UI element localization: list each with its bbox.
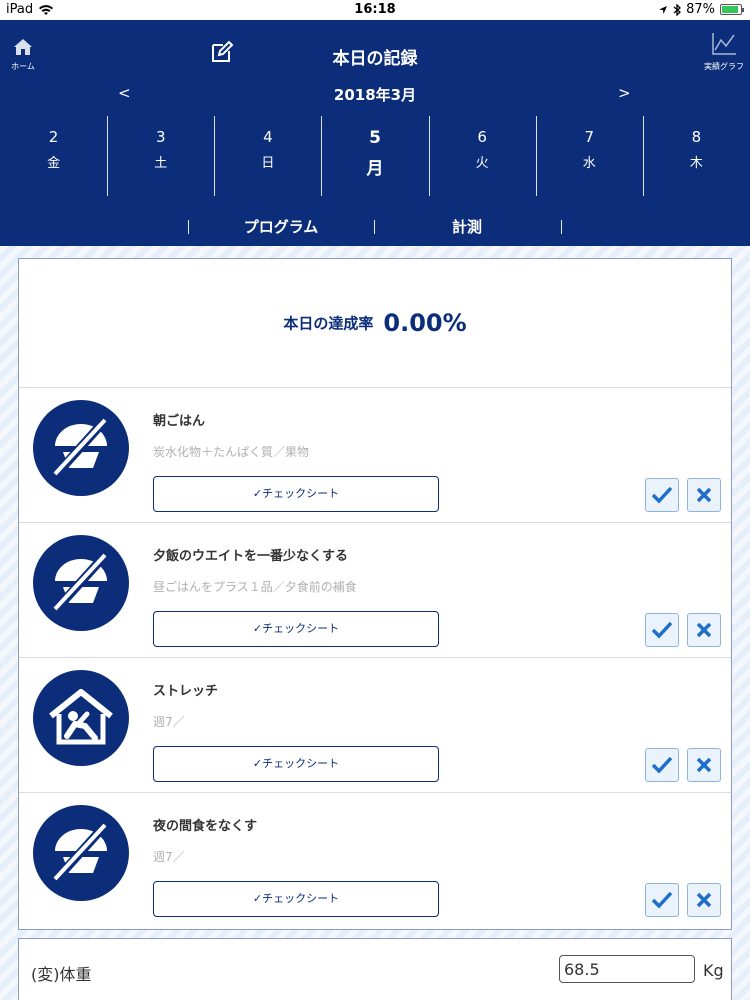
month-label: 2018年3月 (333, 86, 417, 104)
day-selector: 2 金 3 土 4 日 5 月 6 火 7 水 8 木 (0, 116, 750, 196)
program-card: 本日の達成率 0.00% 朝ごはん 炭水化物＋たんぱく質／果物 ✓チェックシート (18, 258, 732, 930)
item-title: ストレッチ (153, 684, 219, 699)
battery-percent: 87% (686, 2, 715, 17)
page-title: 本日の記録 (332, 49, 418, 69)
achievement-label: 本日の達成率 (283, 314, 374, 333)
tab-divider (561, 220, 562, 234)
header: ホーム 本日の記録 実績グラフ < 2018年3月 > 2 金 3 土 4 日 … (0, 20, 750, 246)
checkmark-icon (651, 621, 673, 639)
line-chart-icon (712, 33, 736, 55)
day-5-selected[interactable]: 5 月 (321, 116, 428, 196)
next-month-button[interactable]: > (618, 84, 631, 102)
location-icon (659, 5, 668, 14)
no-food-icon (33, 400, 129, 496)
item-title: 夕飯のウエイトを一番少なくする (153, 549, 349, 564)
item-description: 炭水化物＋たんぱく質／果物 (153, 445, 310, 459)
program-item: ストレッチ 週7／ ✓チェックシート (19, 657, 731, 792)
status-bar: iPad 16:18 87% (0, 0, 750, 20)
day-number: 4 (263, 128, 273, 146)
status-time: 16:18 (354, 2, 396, 17)
done-button[interactable] (645, 883, 679, 917)
tab-measurement[interactable]: 計測 (374, 216, 560, 237)
weight-unit: Kg (703, 961, 724, 980)
check-sheet-button[interactable]: ✓チェックシート (153, 611, 439, 647)
item-description: 昼ごはんをプラス１品／夕食前の補食 (153, 580, 357, 594)
day-number: 8 (691, 128, 702, 146)
item-description: 週7／ (153, 850, 185, 864)
day-weekday: 土 (154, 156, 168, 171)
battery-icon (720, 4, 744, 15)
graph-button[interactable]: 実績グラフ (702, 32, 746, 72)
checkmark-icon (651, 486, 673, 504)
day-weekday: 水 (582, 156, 596, 171)
day-weekday: 火 (475, 156, 489, 171)
day-number: 3 (155, 128, 166, 146)
checkmark-icon (651, 756, 673, 774)
day-2[interactable]: 2 金 (0, 116, 107, 196)
day-4[interactable]: 4 日 (214, 116, 321, 196)
not-done-button[interactable] (687, 883, 721, 917)
x-icon (696, 757, 712, 773)
day-weekday: 木 (689, 156, 703, 171)
no-food-icon (33, 535, 129, 631)
tab-bar: プログラム 計測 (0, 216, 750, 240)
program-item: 夕飯のウエイトを一番少なくする 昼ごはんをプラス１品／夕食前の補食 ✓チェックシ… (19, 522, 731, 657)
checkmark-icon (651, 891, 673, 909)
check-sheet-button[interactable]: ✓チェックシート (153, 746, 439, 782)
not-done-button[interactable] (687, 478, 721, 512)
day-number: 7 (584, 128, 595, 146)
done-button[interactable] (645, 748, 679, 782)
done-button[interactable] (645, 478, 679, 512)
item-title: 夜の間食をなくす (153, 819, 258, 834)
home-stretch-icon (33, 670, 129, 766)
not-done-button[interactable] (687, 613, 721, 647)
item-description: 週7／ (153, 715, 185, 729)
graph-label: 実績グラフ (704, 62, 744, 71)
tab-program[interactable]: プログラム (188, 216, 374, 237)
day-7[interactable]: 7 水 (535, 116, 643, 196)
day-weekday: 日 (261, 156, 275, 171)
day-number: 5 (369, 128, 381, 148)
day-number: 6 (477, 128, 487, 146)
weight-label: (変)体重 (31, 965, 92, 984)
item-title: 朝ごはん (153, 414, 206, 429)
day-number: 2 (48, 128, 59, 146)
x-icon (696, 487, 712, 503)
day-6[interactable]: 6 火 (428, 116, 536, 196)
program-item: 夜の間食をなくす 週7／ ✓チェックシート (19, 792, 731, 927)
achievement-value: 0.00% (383, 309, 467, 337)
weight-input[interactable] (559, 955, 695, 983)
x-icon (696, 622, 712, 638)
achievement-rate: 本日の達成率 0.00% (19, 259, 731, 387)
done-button[interactable] (645, 613, 679, 647)
day-weekday: 金 (47, 156, 61, 171)
month-navigator: < 2018年3月 > (0, 84, 750, 106)
check-sheet-button[interactable]: ✓チェックシート (153, 881, 439, 917)
bluetooth-icon (673, 3, 682, 16)
program-item: 朝ごはん 炭水化物＋たんぱく質／果物 ✓チェックシート (19, 387, 731, 522)
x-icon (696, 892, 712, 908)
check-sheet-button[interactable]: ✓チェックシート (153, 476, 439, 512)
no-food-icon (33, 805, 129, 901)
day-3[interactable]: 3 土 (107, 116, 214, 196)
not-done-button[interactable] (687, 748, 721, 782)
weight-row: (変)体重 Kg (18, 938, 732, 1000)
day-8[interactable]: 8 木 (642, 116, 750, 196)
day-weekday: 月 (366, 159, 384, 179)
